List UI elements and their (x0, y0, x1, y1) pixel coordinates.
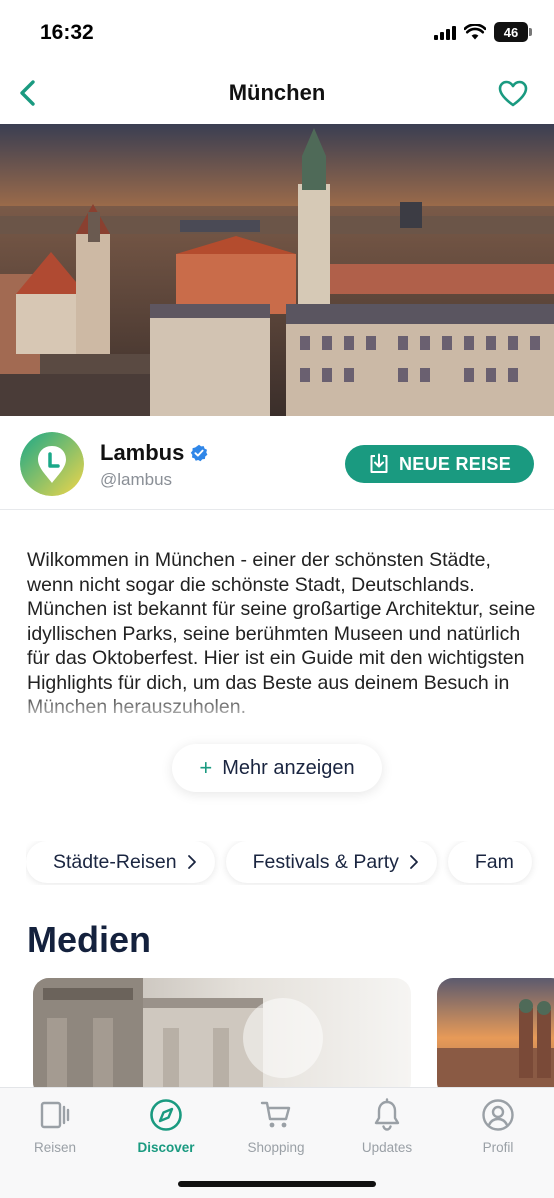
battery-icon: 46 (494, 22, 532, 42)
signal-icon (434, 24, 456, 40)
tab-updates[interactable]: Updates (339, 1098, 435, 1155)
tab-shopping[interactable]: Shopping (228, 1098, 324, 1155)
chip-festivals-party[interactable]: Festivals & Party (225, 841, 437, 883)
media-section-title: Medien (27, 919, 152, 960)
tab-profil[interactable]: Profil (450, 1098, 546, 1155)
cart-icon (259, 1098, 293, 1132)
chevron-right-icon (187, 855, 196, 869)
category-chips: Städte-Reisen Festivals & Party Fam (26, 841, 554, 885)
media-card[interactable] (437, 978, 554, 1098)
status-bar: 16:32 46 (0, 0, 554, 62)
tab-label: Reisen (33, 1140, 77, 1155)
tab-label: Discover (137, 1140, 195, 1155)
author-name[interactable]: Lambus (100, 440, 208, 466)
profile-icon (481, 1098, 515, 1132)
hero-image (0, 124, 554, 416)
tab-reisen[interactable]: Reisen (7, 1098, 103, 1155)
verified-badge-icon (191, 444, 208, 462)
download-icon (370, 453, 388, 473)
author-handle: @lambus (100, 470, 173, 489)
media-card[interactable] (33, 978, 411, 1098)
show-more-button[interactable]: + Mehr anzeigen (172, 744, 382, 792)
compass-icon (149, 1098, 183, 1132)
trips-icon (38, 1098, 72, 1132)
author-avatar[interactable] (20, 432, 84, 496)
chip-label: Städte-Reisen (53, 850, 177, 873)
chip-label: Fam (474, 850, 514, 873)
wifi-icon (464, 24, 486, 40)
description-fade (27, 690, 537, 736)
author-name-text: Lambus (100, 440, 185, 465)
chip-label: Festivals & Party (252, 850, 399, 873)
tab-label: Shopping (247, 1140, 305, 1155)
favorite-button[interactable] (496, 76, 530, 110)
description-block: Wilkommen in München - einer der schönst… (27, 548, 537, 736)
plus-icon: + (199, 755, 213, 780)
chevron-right-icon (409, 855, 418, 869)
chip-familie[interactable]: Fam (447, 841, 532, 883)
tab-discover[interactable]: Discover (118, 1098, 214, 1155)
home-indicator (178, 1181, 376, 1187)
status-time: 16:32 (40, 21, 94, 44)
chip-staedte-reisen[interactable]: Städte-Reisen (26, 841, 215, 883)
show-more-label: Mehr anzeigen (222, 756, 355, 779)
new-trip-label: NEUE REISE (398, 453, 512, 474)
page-title: München (228, 80, 326, 105)
status-icons: 46 (434, 22, 532, 42)
tab-label: Profil (482, 1140, 514, 1155)
tab-label: Updates (361, 1140, 413, 1155)
new-trip-button[interactable]: NEUE REISE (345, 445, 534, 483)
heart-icon (498, 80, 528, 106)
author-row: Lambus @lambus NEUE REISE (0, 416, 554, 510)
nav-bar: München (0, 62, 554, 124)
bell-icon (370, 1098, 404, 1132)
